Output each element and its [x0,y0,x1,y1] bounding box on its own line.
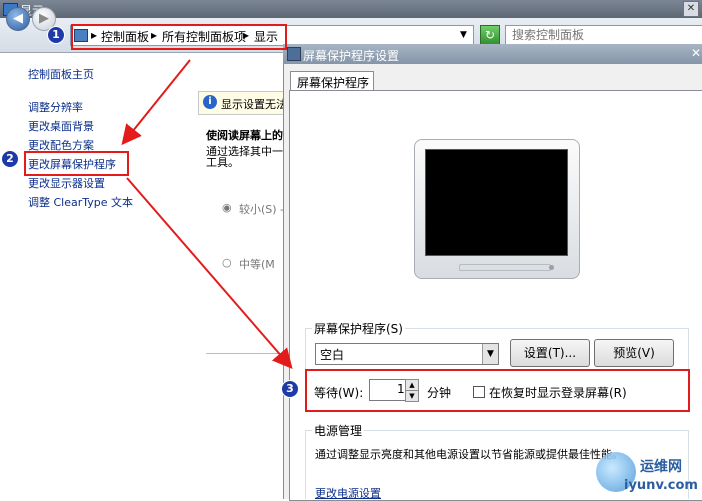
annotation-arrows [121,59,293,370]
arrow-to-wait-setting [126,177,293,370]
annotation-badge-1: 1 [47,26,65,44]
annotation-badge-2: 2 [1,150,19,168]
arrow-to-screensaver-link [121,59,191,146]
annotation-badge-3: 3 [281,380,299,398]
watermark-text-cn: 运维网 [640,459,682,475]
watermark-text-en: iyunv.com [624,478,698,493]
